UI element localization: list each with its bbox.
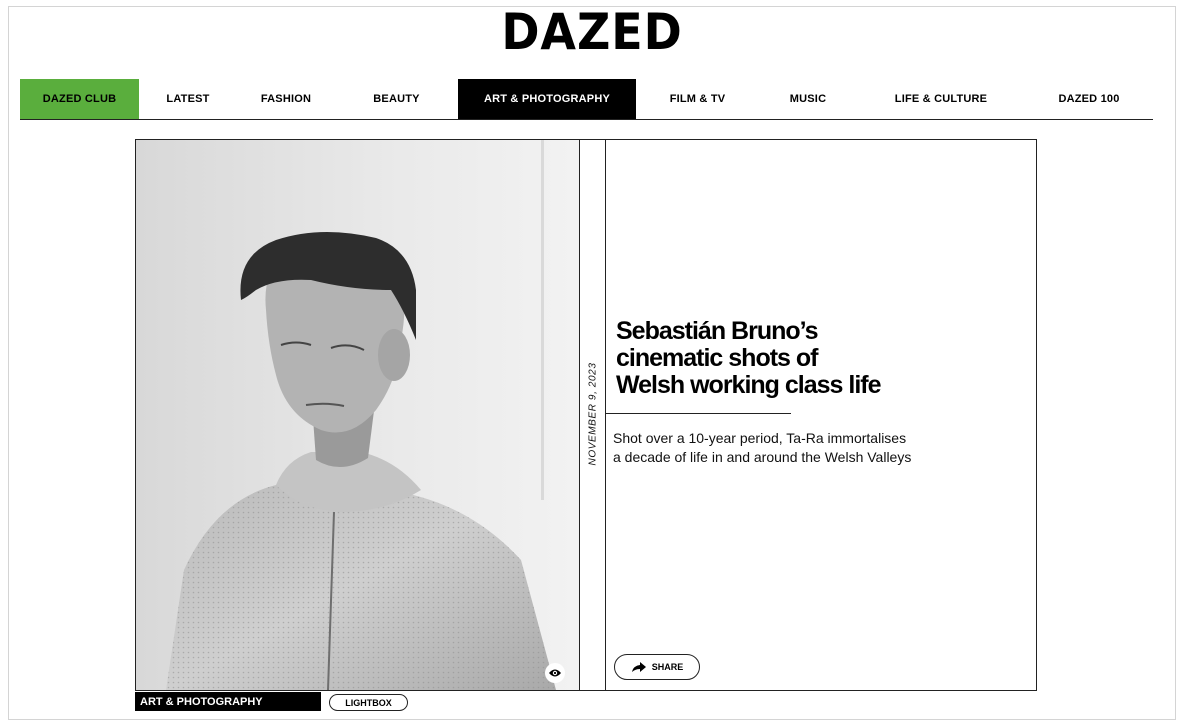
article-card[interactable]: NOVEMBER 9, 2023 Sebastián Bruno’s cinem… [135, 139, 1037, 691]
headline-line[interactable]: cinematic shots of [616, 345, 936, 372]
article-photo[interactable] [136, 140, 579, 690]
nav-item-fashion[interactable]: FASHION [237, 79, 335, 119]
nav-item-film-tv[interactable]: FILM & TV [636, 79, 759, 119]
nav-item-art-photography[interactable]: ART & PHOTOGRAPHY [458, 79, 636, 119]
headline-divider [606, 413, 791, 414]
standfirst-line: Shot over a 10-year period, Ta-Ra immort… [613, 430, 907, 446]
share-arrow-icon [631, 662, 646, 672]
eye-icon[interactable] [545, 663, 565, 683]
article-date: NOVEMBER 9, 2023 [587, 362, 598, 466]
article-headline[interactable]: Sebastián Bruno’s cinematic shots of Wel… [616, 318, 936, 399]
main-nav: DAZED CLUB LATEST FASHION BEAUTY ART & P… [20, 79, 1153, 120]
share-label: SHARE [651, 662, 684, 672]
dazed-logo[interactable]: DAZED [47, 6, 1136, 58]
nav-item-beauty[interactable]: BEAUTY [335, 79, 458, 119]
headline-line[interactable]: Sebastián Bruno’s [616, 318, 936, 345]
date-strip: NOVEMBER 9, 2023 [579, 140, 606, 690]
article-standfirst: Shot over a 10-year period, Ta-Ra immort… [613, 429, 953, 467]
share-button[interactable]: SHARE [614, 654, 700, 680]
nav-item-dazed-100[interactable]: DAZED 100 [1025, 79, 1153, 119]
category-tag[interactable]: ART & PHOTOGRAPHY [135, 692, 321, 711]
standfirst-line: a decade of life in and around the Welsh… [613, 449, 912, 465]
nav-item-latest[interactable]: LATEST [139, 79, 237, 119]
nav-item-life-culture[interactable]: LIFE & CULTURE [857, 79, 1025, 119]
nav-item-music[interactable]: MUSIC [759, 79, 857, 119]
headline-line[interactable]: Welsh working class life [616, 372, 936, 399]
portrait-illustration [136, 140, 579, 690]
nav-item-dazed-club[interactable]: DAZED CLUB [20, 79, 139, 119]
lightbox-button[interactable]: LIGHTBOX [329, 694, 408, 711]
